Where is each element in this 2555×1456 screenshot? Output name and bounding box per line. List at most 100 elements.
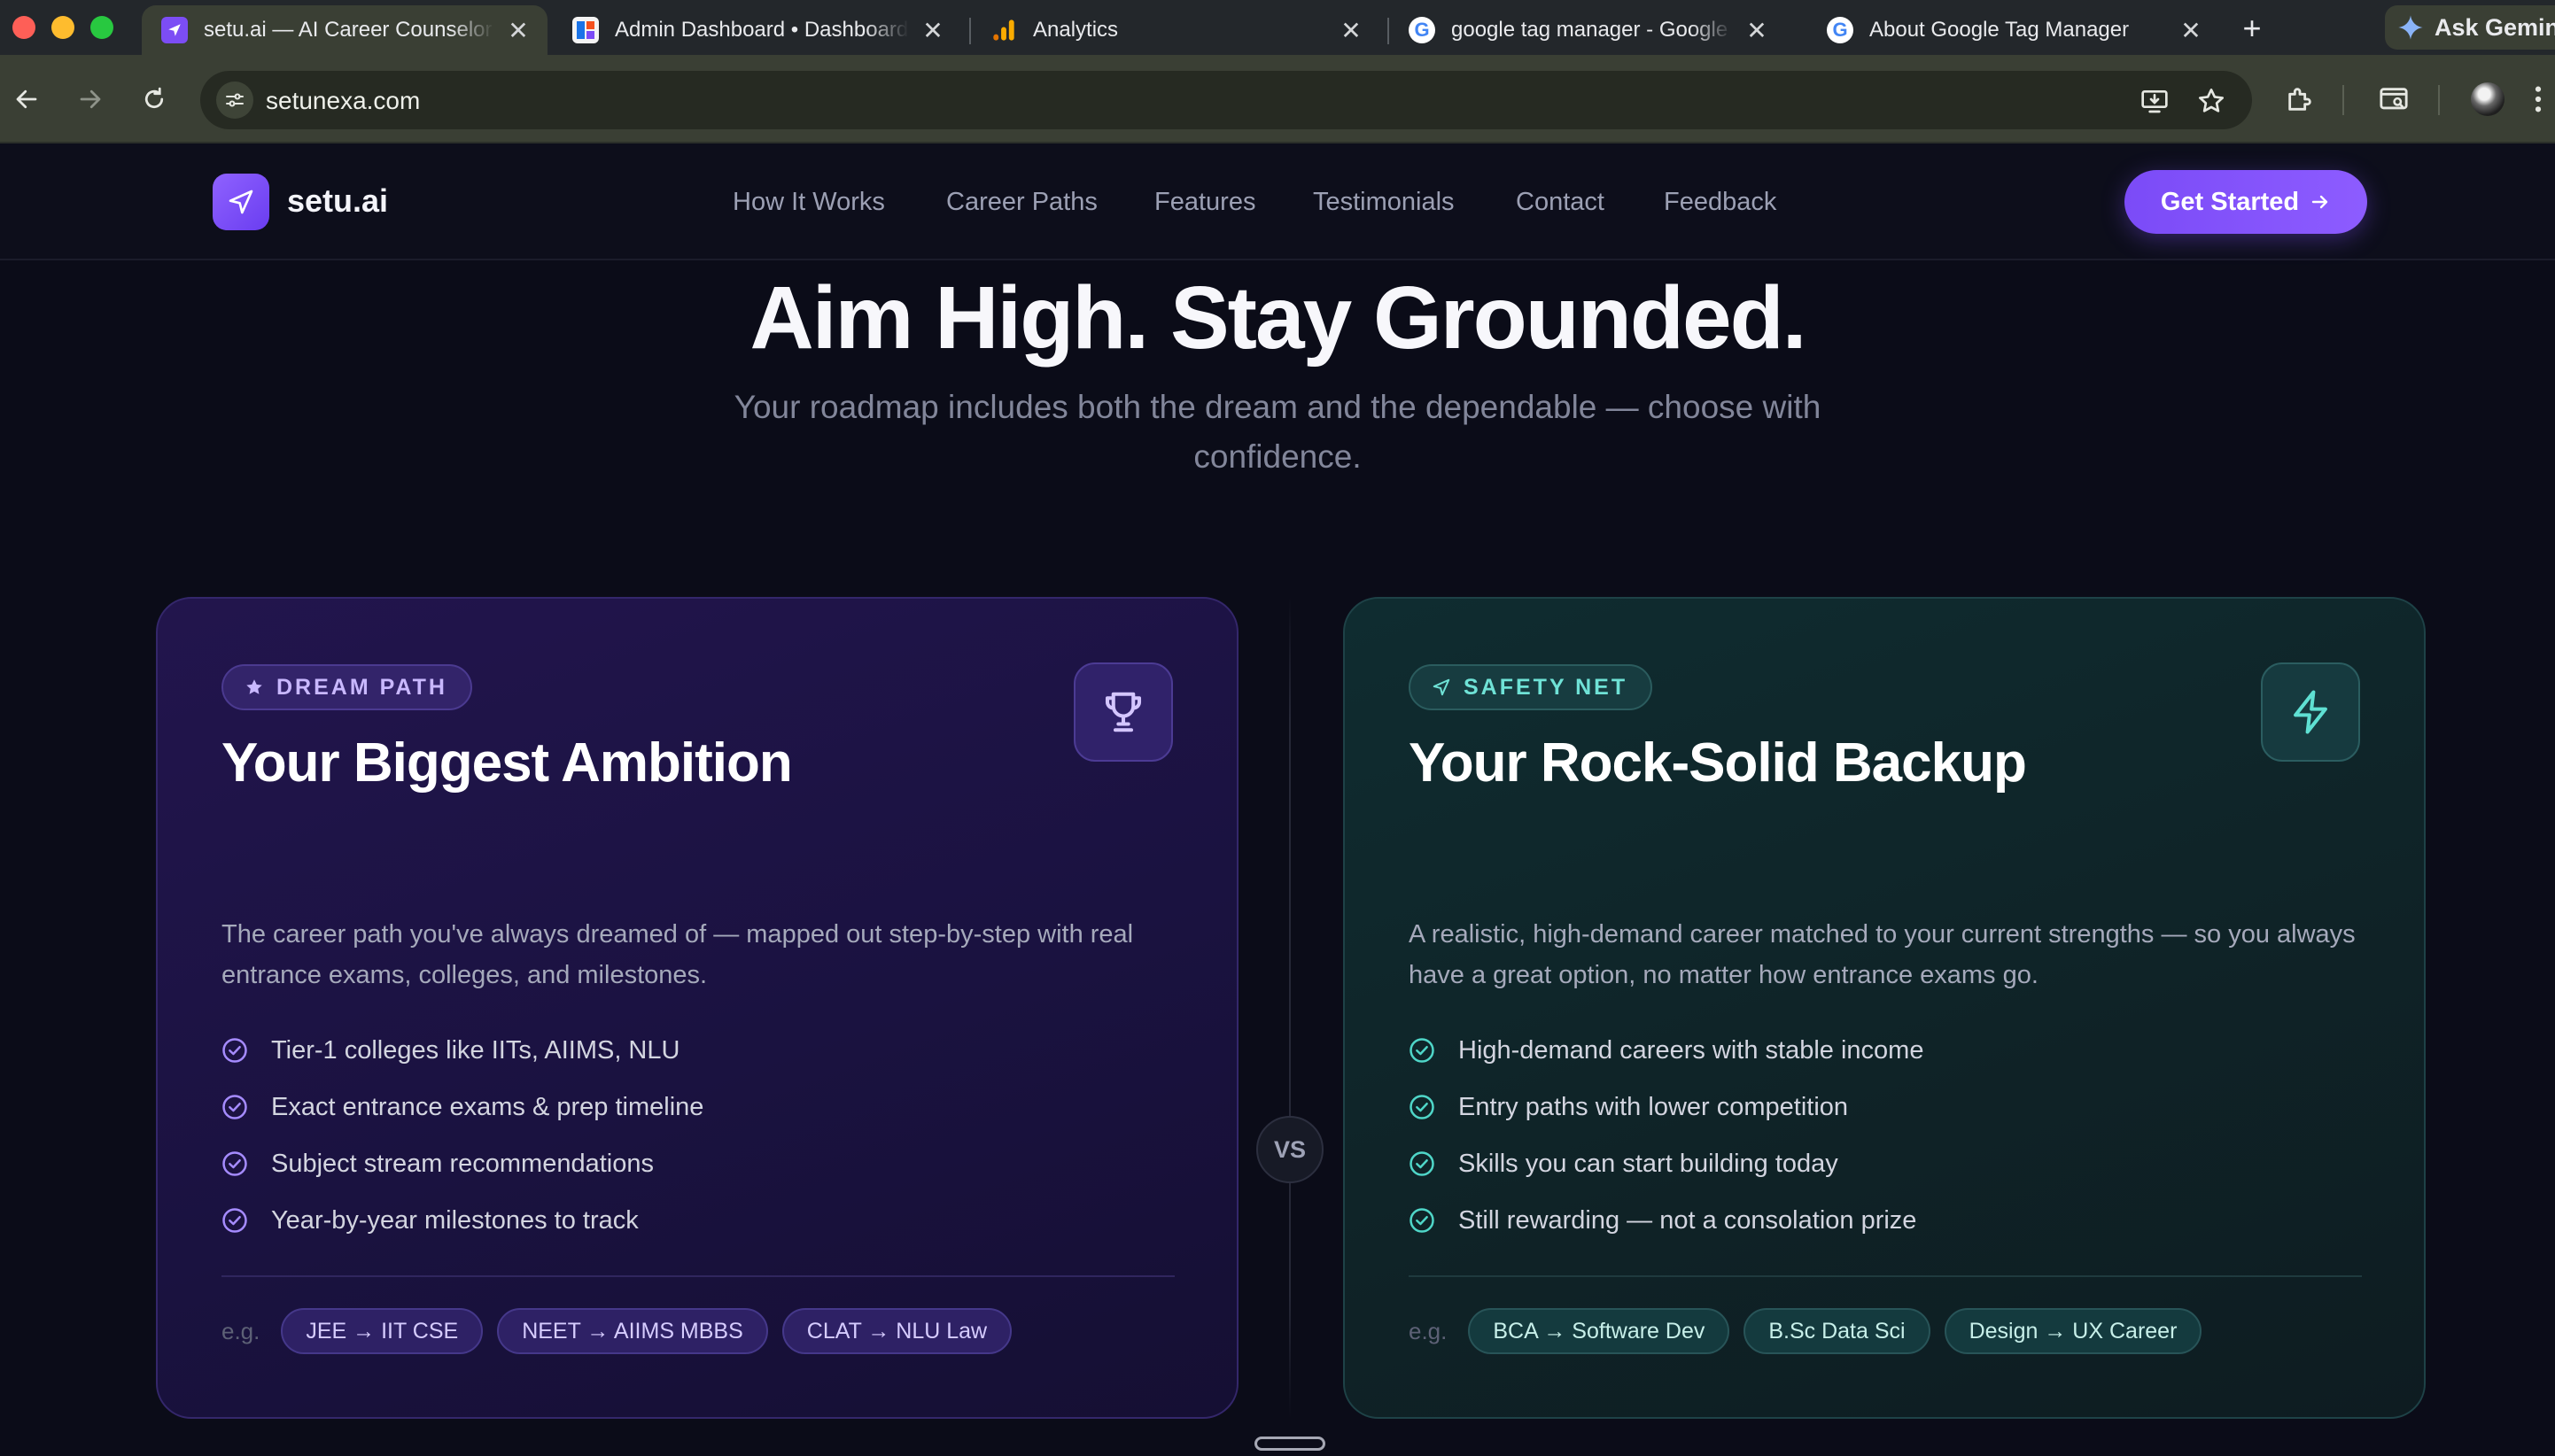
nav-link-features[interactable]: Features [1154, 188, 1255, 217]
close-tab-icon[interactable]: ✕ [1338, 16, 1364, 45]
vs-divider-line [1289, 597, 1291, 1419]
address-bar[interactable]: setunexa.com [200, 71, 2252, 129]
lightning-icon [2261, 662, 2360, 762]
card-description: A realistic, high-demand career matched … [1409, 920, 2356, 989]
list-item: Exact entrance exams & prep timeline [221, 1079, 1178, 1135]
tab-search-icon[interactable] [2376, 81, 2411, 117]
examples-row: e.g. BCA → Software Dev B.Sc Data Sci De… [1409, 1307, 2216, 1355]
send-arrow-icon [1432, 678, 1451, 697]
example-chip[interactable]: NEET → AIIMS MBBS [497, 1308, 768, 1354]
check-circle-icon [1409, 1094, 1435, 1120]
example-chip[interactable]: JEE → IIT CSE [281, 1308, 484, 1354]
tab-title: Admin Dashboard • Dashboard [615, 18, 909, 42]
nav-link-how-it-works[interactable]: How It Works [733, 188, 885, 217]
site-header: setu.ai How It Works Career Paths Featur… [0, 143, 2555, 260]
reload-icon [144, 87, 164, 109]
list-item: Tier-1 colleges like IITs, AIIMS, NLU [221, 1022, 1178, 1079]
back-button[interactable] [9, 81, 44, 117]
close-tab-icon[interactable]: ✕ [1743, 16, 1770, 45]
check-circle-icon [221, 1037, 248, 1064]
tab-title: google tag manager - Google Search [1451, 18, 1733, 42]
scroll-indicator[interactable] [1254, 1437, 1325, 1451]
section-title: Aim High. Stay Grounded. [749, 268, 1807, 368]
check-circle-icon [221, 1207, 248, 1234]
feature-list: Tier-1 colleges like IITs, AIIMS, NLU Ex… [221, 1022, 1178, 1249]
tab-analytics[interactable]: Analytics ✕ [971, 5, 1380, 55]
setu-favicon-icon [161, 17, 188, 43]
safety-net-card: SAFETY NET Your Rock-Solid Backup A real… [1343, 597, 2426, 1419]
trophy-icon [1074, 662, 1173, 762]
list-item: Year-by-year milestones to track [221, 1192, 1178, 1249]
nav-link-career-paths[interactable]: Career Paths [946, 188, 1098, 217]
nav-link-testimonials[interactable]: Testimonials [1313, 188, 1455, 217]
logo-text[interactable]: setu.ai [287, 182, 388, 220]
dashboard-favicon-icon [572, 17, 599, 43]
url-text: setunexa.com [266, 87, 421, 114]
browser-menu-icon[interactable] [2525, 81, 2551, 117]
arrow-right-icon [80, 89, 101, 109]
feature-list: High-demand careers with stable income E… [1409, 1022, 2365, 1249]
example-chip[interactable]: CLAT → NLU Law [781, 1308, 1013, 1354]
profile-avatar[interactable] [2470, 81, 2505, 117]
examples-label: e.g. [1409, 1317, 1448, 1344]
section-subtitle: Your roadmap includes both the dream and… [734, 389, 1821, 475]
list-item: Still rewarding — not a consolation priz… [1409, 1192, 2365, 1249]
check-circle-icon [1409, 1150, 1435, 1177]
check-circle-icon [221, 1150, 248, 1177]
arrow-left-icon [16, 89, 37, 109]
check-circle-icon [221, 1094, 248, 1120]
close-tab-icon[interactable]: ✕ [505, 16, 532, 45]
reload-button[interactable] [136, 81, 172, 117]
tab-about-gtm[interactable]: G About Google Tag Manager ✕ [1807, 5, 2220, 55]
install-app-icon[interactable] [2137, 83, 2172, 119]
tab-google-search[interactable]: G google tag manager - Google Search ✕ [1389, 5, 1786, 55]
close-tab-icon[interactable]: ✕ [2178, 16, 2204, 45]
dream-path-card: DREAM PATH Your Biggest Ambition The car… [156, 597, 1239, 1419]
check-circle-icon [1409, 1037, 1435, 1064]
example-chip[interactable]: B.Sc Data Sci [1743, 1308, 1930, 1354]
nav-link-contact[interactable]: Contact [1516, 188, 1604, 217]
gemini-icon [2398, 15, 2423, 40]
nav-link-feedback[interactable]: Feedback [1664, 188, 1776, 217]
dream-path-badge: DREAM PATH [221, 664, 472, 710]
tab-setu[interactable]: setu.ai — AI Career Counselor ✕ [142, 5, 548, 55]
logo-icon[interactable] [213, 174, 269, 230]
web-page: setu.ai How It Works Career Paths Featur… [0, 143, 2555, 1456]
list-item: Entry paths with lower competition [1409, 1079, 2365, 1135]
tab-admin-dashboard[interactable]: Admin Dashboard • Dashboard ✕ [553, 5, 962, 55]
close-window-button[interactable] [12, 16, 35, 39]
site-settings-icon[interactable] [216, 81, 253, 119]
list-item: Subject stream recommendations [221, 1135, 1178, 1192]
card-title: Your Rock-Solid Backup [1409, 732, 2027, 794]
divider [1409, 1275, 2362, 1277]
divider [221, 1275, 1175, 1277]
example-chip[interactable]: BCA → Software Dev [1468, 1308, 1730, 1354]
browser-tab-bar: setu.ai — AI Career Counselor ✕ Admin Da… [0, 0, 2555, 55]
list-item: Skills you can start building today [1409, 1135, 2365, 1192]
ask-gemini-button[interactable]: Ask Gemini [2385, 5, 2555, 50]
google-favicon-icon: G [1409, 17, 1435, 43]
maximize-window-button[interactable] [90, 16, 113, 39]
arrow-right-icon [2311, 195, 2328, 209]
list-item: High-demand careers with stable income [1409, 1022, 2365, 1079]
forward-button[interactable] [73, 81, 108, 117]
star-icon [245, 678, 264, 697]
extensions-puzzle-icon[interactable] [2282, 81, 2318, 117]
new-tab-button[interactable]: + [2233, 9, 2272, 48]
browser-toolbar: setunexa.com [0, 55, 2555, 143]
minimize-window-button[interactable] [51, 16, 74, 39]
safety-net-badge: SAFETY NET [1409, 664, 1653, 710]
tab-title: Analytics [1033, 18, 1119, 42]
card-title: Your Biggest Ambition [221, 732, 793, 794]
card-description: The career path you've always dreamed of… [221, 920, 1134, 989]
get-started-button[interactable]: Get Started [2124, 170, 2367, 234]
example-chip[interactable]: Design → UX Career [1944, 1308, 2202, 1354]
examples-label: e.g. [221, 1317, 260, 1344]
bookmark-star-icon[interactable] [2194, 83, 2229, 119]
check-circle-icon [1409, 1207, 1435, 1234]
analytics-favicon-icon [990, 17, 1017, 43]
tab-title: setu.ai — AI Career Counselor [204, 18, 493, 42]
close-tab-icon[interactable]: ✕ [920, 16, 946, 45]
examples-row: e.g. JEE → IIT CSE NEET → AIIMS MBBS CLA… [221, 1307, 1026, 1355]
tab-title: About Google Tag Manager [1869, 18, 2130, 42]
